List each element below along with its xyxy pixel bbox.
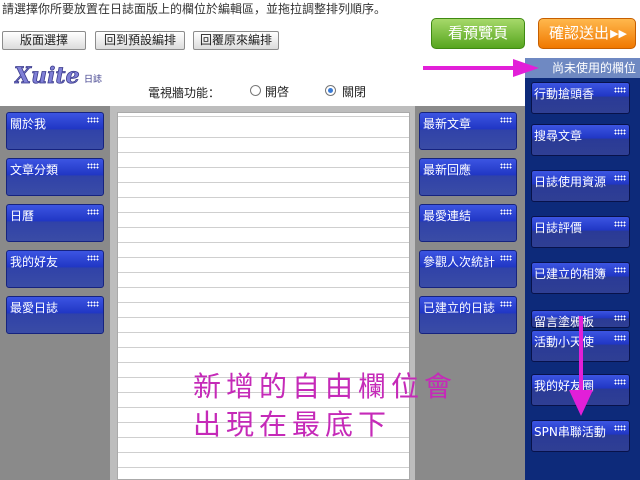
unused-panel-title: 尚未使用的欄位 [525, 58, 640, 78]
drag-handle-icon[interactable] [500, 117, 512, 123]
widget-block-latest-posts[interactable]: 最新文章 [419, 112, 517, 150]
restore-original-button[interactable]: 回覆原來編排 [193, 31, 279, 50]
svg-text:Xuite: Xuite [14, 64, 80, 89]
left-column: 關於我 文章分類 日曆 我的好友 最愛日誌 [0, 106, 110, 480]
drag-handle-icon[interactable] [614, 379, 626, 385]
svg-text:日誌: 日誌 [84, 73, 102, 85]
widget-label: 已建立的日誌 [423, 301, 496, 315]
widget-label: 文章分類 [10, 163, 59, 177]
tv-wall-on-label: 開啓 [265, 85, 290, 99]
unused-widget-albums[interactable]: 已建立的相簿 [531, 262, 630, 294]
drag-handle-icon[interactable] [500, 163, 512, 169]
unused-widget-spn[interactable]: SPN串聯活動 [531, 420, 630, 452]
drag-handle-icon[interactable] [614, 221, 626, 227]
widget-label: 參觀人次統計 [423, 255, 496, 269]
drag-handle-icon[interactable] [614, 129, 626, 135]
widget-label: 關於我 [10, 117, 47, 131]
widget-block-calendar[interactable]: 日曆 [6, 204, 104, 242]
confirm-submit-button[interactable]: 確認送出 ▶▶ [538, 18, 636, 49]
annotation-note: 新增的自由欄位會 出現在最底下 [193, 368, 457, 444]
fast-forward-icon: ▶▶ [610, 27, 627, 40]
drag-handle-icon[interactable] [500, 209, 512, 215]
unused-widget-rating[interactable]: 日誌評價 [531, 216, 630, 248]
widget-label: 最愛連結 [423, 209, 472, 223]
drag-handle-icon[interactable] [614, 425, 626, 431]
unused-widget-resources[interactable]: 日誌使用資源 [531, 170, 630, 202]
layout-select-button[interactable]: 版面選擇 [2, 31, 86, 50]
drag-handle-icon[interactable] [87, 255, 99, 261]
drag-handle-icon[interactable] [614, 87, 626, 93]
widget-block-favorite-links[interactable]: 最愛連結 [419, 204, 517, 242]
drag-handle-icon[interactable] [614, 175, 626, 181]
widget-block-latest-replies[interactable]: 最新回應 [419, 158, 517, 196]
unused-widget-first-post[interactable]: 行動搶頭香 [531, 82, 630, 114]
drag-handle-icon[interactable] [500, 301, 512, 307]
widget-label: 最新文章 [423, 117, 472, 131]
tv-wall-label: 電視牆功能： [148, 86, 221, 100]
tv-wall-on-radio[interactable] [250, 85, 261, 96]
drag-handle-icon[interactable] [87, 209, 99, 215]
xuite-logo: Xuite 日誌 [12, 63, 104, 90]
widget-label: 我的好友 [10, 255, 59, 269]
drag-handle-icon[interactable] [614, 335, 626, 341]
widget-label: SPN串聯活動 [534, 425, 606, 439]
drag-handle-icon[interactable] [87, 163, 99, 169]
drag-handle-icon[interactable] [614, 315, 626, 321]
tv-wall-off-label: 關閉 [342, 85, 367, 99]
tv-wall-off-radio[interactable] [325, 85, 336, 96]
drag-handle-icon[interactable] [87, 301, 99, 307]
widget-label: 最愛日誌 [10, 301, 59, 315]
annotation-line-2: 出現在最底下 [193, 408, 392, 441]
confirm-label: 確認送出 [549, 24, 610, 42]
widget-label: 日誌評價 [534, 221, 583, 235]
preview-button[interactable]: 看預覽頁 [431, 18, 525, 49]
unused-widget-search[interactable]: 搜尋文章 [531, 124, 630, 156]
drag-handle-icon[interactable] [87, 117, 99, 123]
widget-label: 日誌使用資源 [534, 175, 607, 189]
widget-block-visitor-stats[interactable]: 參觀人次統計 [419, 250, 517, 288]
drag-handle-icon[interactable] [614, 267, 626, 273]
unused-widgets-panel: 尚未使用的欄位 行動搶頭香 搜尋文章 日誌使用資源 日誌評價 已建立的相簿 留言… [525, 58, 640, 480]
widget-block-categories[interactable]: 文章分類 [6, 158, 104, 196]
widget-label: 搜尋文章 [534, 129, 583, 143]
widget-block-favorite-blogs[interactable]: 最愛日誌 [6, 296, 104, 334]
widget-label: 日曆 [10, 209, 35, 223]
widget-block-about-me[interactable]: 關於我 [6, 112, 104, 150]
reset-default-button[interactable]: 回到預設編排 [95, 31, 185, 50]
widget-label: 已建立的相簿 [534, 267, 607, 281]
annotation-line-1: 新增的自由欄位會 [193, 370, 458, 403]
preview-label: 看預覽頁 [447, 24, 508, 42]
widget-label: 最新回應 [423, 163, 472, 177]
widget-label: 行動搶頭香 [534, 87, 595, 101]
instruction-text: 請選擇你所要放置在日誌面版上的欄位於編輯區，並拖拉調整排列順序。 [2, 2, 387, 16]
arrow-right-icon [423, 59, 539, 77]
widget-block-friends[interactable]: 我的好友 [6, 250, 104, 288]
arrow-down-icon [569, 316, 593, 416]
drag-handle-icon[interactable] [500, 255, 512, 261]
widget-block-created-blogs[interactable]: 已建立的日誌 [419, 296, 517, 334]
